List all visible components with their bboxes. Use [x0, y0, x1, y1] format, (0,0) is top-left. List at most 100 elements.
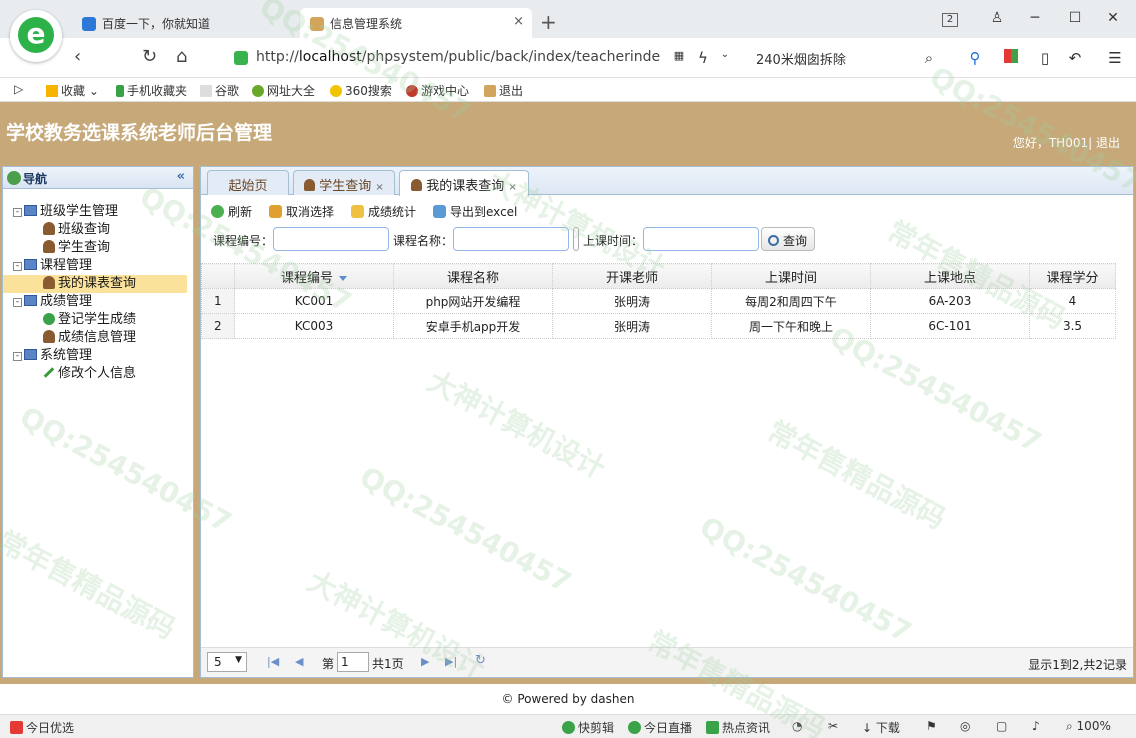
close-icon[interactable]: ×	[375, 182, 383, 193]
prev-page-icon[interactable]: ◀	[295, 655, 303, 668]
collapse-icon[interactable]: «	[177, 169, 185, 184]
back-icon[interactable]: ‹	[74, 46, 81, 67]
bookmark-360[interactable]: 360搜索	[330, 82, 392, 99]
search-suggestion[interactable]: 240米烟囱拆除	[756, 49, 846, 68]
refresh-icon	[211, 205, 224, 218]
course-name-input[interactable]	[453, 227, 569, 251]
window-icon[interactable]: ▢	[996, 719, 1007, 733]
cell-credits: 4	[1029, 288, 1116, 314]
close-window-icon[interactable]: ✕	[1102, 10, 1124, 26]
flag-icon[interactable]: ⚑	[926, 719, 937, 733]
sidebar-toggle-icon[interactable]: ▷	[14, 82, 23, 96]
quick-clip[interactable]: 快剪辑	[562, 719, 614, 736]
new-tab-button[interactable]: +	[540, 10, 557, 34]
tree-group-grades[interactable]: - 成绩管理	[3, 293, 193, 311]
class-time-input[interactable]	[643, 227, 759, 251]
table-row[interactable]: 2 KC003 安卓手机app开发 张明涛 周一下午和晚上 6C-101 3.5	[201, 313, 1116, 339]
brush-icon[interactable]: ✂	[828, 719, 838, 733]
browser-tab-active[interactable]: 信息管理系统 ×	[300, 8, 532, 38]
last-page-icon[interactable]: ▶|	[445, 655, 457, 668]
tree-item-edit-profile[interactable]: 修改个人信息	[3, 365, 193, 383]
tab-student-query[interactable]: 学生查询 ×	[293, 170, 395, 195]
next-page-icon[interactable]: ▶	[421, 655, 429, 668]
search-icon[interactable]: ⌕	[920, 49, 938, 67]
tree-group-courses[interactable]: - 课程管理	[3, 257, 193, 275]
reader-icon[interactable]: ▯	[1036, 49, 1054, 67]
stats-button[interactable]: 成绩统计	[351, 203, 416, 220]
zoom-control[interactable]: ⌕ 100%	[1066, 719, 1111, 734]
browser-logo[interactable]: e	[10, 10, 62, 62]
refresh-button[interactable]: 刷新	[211, 203, 252, 220]
menu-icon[interactable]: ☰	[1106, 49, 1124, 67]
page-size-select[interactable]: 5 ▼	[207, 652, 247, 672]
bookmark-favorites[interactable]: 收藏 ⌄	[46, 82, 99, 99]
column-header-course-name[interactable]: 课程名称	[393, 263, 553, 289]
maximize-icon[interactable]: ☐	[1064, 10, 1086, 26]
minimize-icon[interactable]: ─	[1024, 10, 1046, 26]
export-button[interactable]: 导出到excel	[433, 203, 517, 220]
tree-item-student-query[interactable]: 学生查询	[3, 239, 193, 257]
course-code-input[interactable]	[273, 227, 389, 251]
toggle-icon[interactable]: -	[13, 208, 22, 217]
cell-course-code: KC003	[234, 313, 394, 339]
sites-icon	[252, 85, 264, 97]
cell-teacher: 张明涛	[552, 313, 712, 339]
reload-icon[interactable]: ↻	[142, 46, 157, 67]
browser-icon[interactable]: ◎	[960, 719, 970, 733]
column-header-teacher[interactable]: 开课老师	[552, 263, 712, 289]
undo-icon[interactable]: ↶	[1066, 49, 1084, 67]
today-picks[interactable]: 今日优选	[10, 719, 74, 736]
volume-icon[interactable]: ♪	[1032, 719, 1040, 733]
undo-icon	[269, 205, 282, 218]
tree-item-grade-management[interactable]: 成绩信息管理	[3, 329, 193, 347]
page-number-input[interactable]: 1	[337, 652, 369, 672]
tree-item-my-schedule[interactable]: 我的课表查询	[3, 275, 187, 293]
tree-item-register-grades[interactable]: 登记学生成绩	[3, 311, 193, 329]
column-header-location[interactable]: 上课地点	[870, 263, 1030, 289]
bookmark-logout[interactable]: 退出	[484, 82, 523, 99]
toggle-icon[interactable]: -	[13, 352, 22, 361]
lightning-icon[interactable]: ϟ	[694, 49, 712, 67]
column-header-course-code[interactable]: 课程编号	[234, 263, 394, 289]
toggle-icon[interactable]: -	[13, 298, 22, 307]
tree-group-class-students[interactable]: - 班级学生管理	[3, 203, 193, 221]
tab-my-schedule[interactable]: 我的课表查询 ×	[399, 170, 529, 196]
cell-time: 周一下午和晚上	[711, 313, 871, 339]
query-button[interactable]: 查询	[761, 227, 815, 251]
chevron-down-icon[interactable]: ⌄	[716, 49, 734, 67]
grid-icon[interactable]: ▦	[670, 49, 688, 67]
phone-icon	[116, 85, 124, 97]
first-page-icon[interactable]: |◀	[267, 655, 279, 668]
shirt-icon[interactable]: ♙	[986, 10, 1008, 26]
cell-course-code: KC001	[234, 288, 394, 314]
speed-icon[interactable]: ◔	[792, 719, 802, 733]
download-button[interactable]: ↓ 下载	[862, 719, 900, 736]
page-tabs: 起始页 学生查询 × 我的课表查询 ×	[201, 167, 1133, 196]
toggle-icon[interactable]: -	[13, 262, 22, 271]
bookmark-games[interactable]: 游戏中心	[406, 82, 469, 99]
user-icon	[43, 330, 55, 343]
apps-icon[interactable]	[1002, 49, 1020, 67]
deselect-button[interactable]: 取消选择	[269, 203, 334, 220]
logout-link[interactable]: 退出	[1096, 136, 1120, 150]
home-icon[interactable]: ⌂	[176, 46, 187, 67]
reload-icon[interactable]: ↻	[475, 653, 486, 668]
tab-count-badge[interactable]: 2	[942, 13, 958, 27]
separator	[573, 227, 579, 251]
tree-item-class-query[interactable]: 班级查询	[3, 221, 193, 239]
cell-time: 每周2和周四下午	[711, 288, 871, 314]
bookmark-google[interactable]: 谷歌	[200, 82, 239, 99]
table-row[interactable]: 1 KC001 php网站开发编程 张明涛 每周2和周四下午 6A-203 4	[201, 288, 1116, 314]
hot-news[interactable]: 热点资讯	[706, 719, 770, 736]
close-icon[interactable]: ×	[508, 182, 516, 193]
column-header-time[interactable]: 上课时间	[711, 263, 871, 289]
browser-tab-baidu[interactable]: 百度一下，你就知道	[72, 8, 298, 38]
tab-home[interactable]: 起始页	[207, 170, 289, 195]
bookmark-sites[interactable]: 网址大全	[252, 82, 315, 99]
tree-group-system[interactable]: - 系统管理	[3, 347, 193, 365]
find-icon[interactable]: ⚲	[966, 49, 984, 67]
bookmark-mobile[interactable]: 手机收藏夹	[116, 82, 187, 99]
column-header-credits[interactable]: 课程学分	[1029, 263, 1116, 289]
close-tab-icon[interactable]: ×	[513, 14, 524, 29]
live-today[interactable]: 今日直播	[628, 719, 692, 736]
